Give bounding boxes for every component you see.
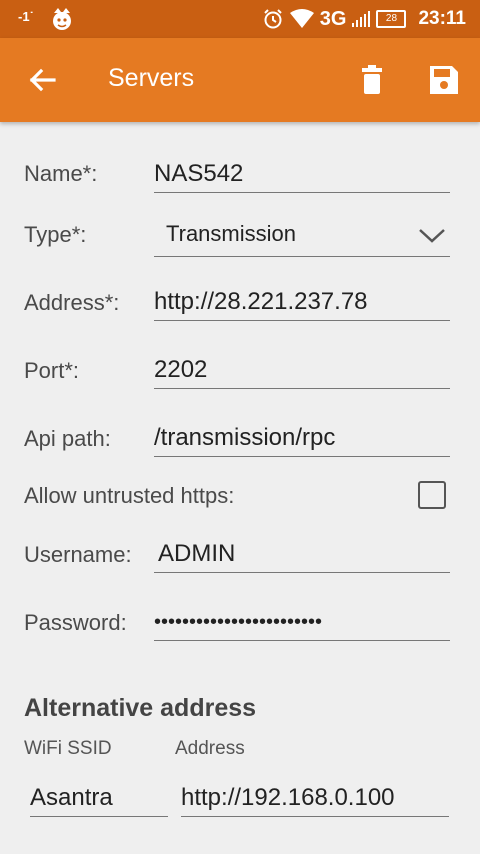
allow-untrusted-label: Allow untrusted https: bbox=[24, 483, 235, 508]
wifi-icon bbox=[289, 9, 314, 28]
type-select[interactable]: Transmission bbox=[154, 216, 450, 257]
page-title: Servers bbox=[108, 64, 195, 92]
chevron-down-icon bbox=[419, 229, 445, 243]
mascot-icon bbox=[53, 8, 71, 30]
name-field[interactable] bbox=[154, 156, 450, 193]
password-label: Password: bbox=[24, 610, 127, 635]
address-field[interactable] bbox=[154, 284, 450, 321]
app-bar: Servers bbox=[0, 38, 480, 122]
alternative-address-heading: Alternative address bbox=[24, 694, 257, 722]
api-path-field[interactable] bbox=[154, 420, 450, 457]
arrow-back-icon[interactable] bbox=[26, 64, 58, 96]
username-label: Username: bbox=[24, 542, 132, 567]
alt-address-field[interactable] bbox=[181, 780, 449, 817]
alt-address-label: Address bbox=[175, 738, 245, 759]
trash-icon[interactable] bbox=[354, 62, 390, 98]
name-label: Name*: bbox=[24, 161, 98, 186]
status-bar: -1˙ 3G 28 23:11 bbox=[0, 0, 480, 38]
port-field[interactable] bbox=[154, 352, 450, 389]
battery-indicator: 28 bbox=[376, 10, 407, 28]
username-field[interactable] bbox=[154, 536, 450, 573]
type-selected-value: Transmission bbox=[166, 221, 296, 246]
alarm-icon bbox=[264, 9, 282, 29]
password-field[interactable] bbox=[154, 604, 450, 641]
port-label: Port*: bbox=[24, 358, 80, 383]
network-type: 3G bbox=[319, 7, 347, 30]
clock: 23:11 bbox=[418, 8, 466, 29]
allow-untrusted-checkbox[interactable] bbox=[418, 481, 446, 509]
signal-bars-icon bbox=[352, 11, 371, 27]
signal-indicator: -1˙ bbox=[18, 9, 34, 24]
api-path-label: Api path: bbox=[24, 426, 111, 451]
save-floppy-icon[interactable] bbox=[426, 62, 462, 98]
address-label: Address*: bbox=[24, 290, 120, 315]
type-label: Type*: bbox=[24, 222, 87, 247]
wifi-ssid-field[interactable] bbox=[30, 780, 168, 817]
wifi-ssid-label: WiFi SSID bbox=[24, 738, 112, 759]
